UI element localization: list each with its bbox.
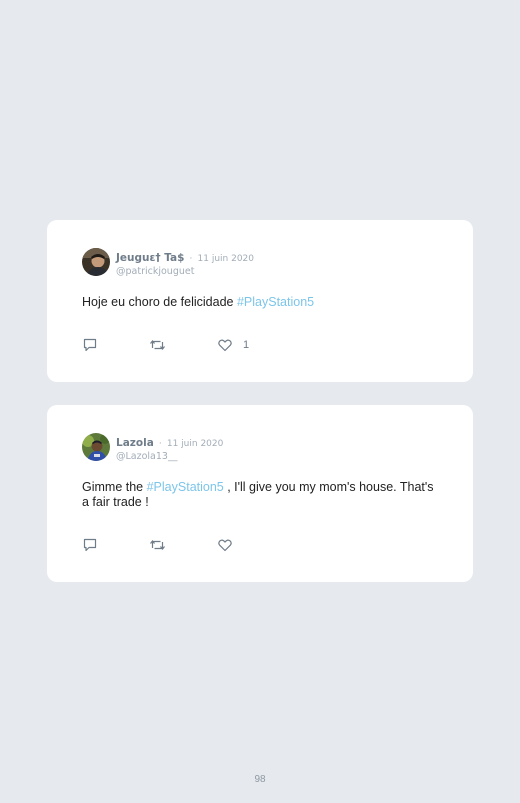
- reply-button[interactable]: [82, 337, 98, 353]
- hashtag-link[interactable]: #PlayStation5: [147, 480, 224, 494]
- avatar-image: [82, 248, 110, 276]
- author-name[interactable]: Lazola: [116, 437, 154, 449]
- tweet-text-before: Hoje eu choro de felicidade: [82, 295, 237, 309]
- comment-icon: [83, 538, 97, 552]
- tweet-text-before: Gimme the: [82, 480, 147, 494]
- heart-icon: [218, 539, 232, 552]
- retweet-button[interactable]: [149, 337, 166, 353]
- page-number: 98: [254, 774, 266, 785]
- like-count: 1: [243, 339, 250, 351]
- hashtag-link[interactable]: #PlayStation5: [237, 295, 314, 309]
- tweet-date[interactable]: 11 juin 2020: [167, 439, 224, 449]
- tweet-card: Jeuguɛ† Ta$ · 11 juin 2020 @patrickjougu…: [47, 220, 473, 382]
- author-handle[interactable]: @patrickjouguet: [116, 266, 254, 278]
- avatar-image: [82, 433, 110, 461]
- reply-button[interactable]: [82, 537, 98, 553]
- separator: ·: [158, 439, 162, 449]
- heart-icon: [218, 339, 232, 352]
- like-button[interactable]: 1: [217, 337, 249, 353]
- author-handle[interactable]: @Lazola13__: [116, 451, 223, 463]
- retweet-icon: [150, 540, 165, 550]
- author-name[interactable]: Jeuguɛ† Ta$: [116, 252, 184, 264]
- comment-icon: [83, 338, 97, 352]
- like-button[interactable]: [217, 537, 243, 553]
- tweet-text: Gimme the #PlayStation5 , I'll give you …: [82, 480, 442, 510]
- tweet-card: Lazola · 11 juin 2020 @Lazola13__ Gimme …: [47, 405, 473, 582]
- tweet-date[interactable]: 11 juin 2020: [198, 254, 255, 264]
- separator: ·: [189, 254, 193, 264]
- avatar[interactable]: [82, 433, 110, 461]
- retweet-icon: [150, 340, 165, 350]
- avatar[interactable]: [82, 248, 110, 276]
- retweet-button[interactable]: [149, 537, 166, 553]
- tweet-text: Hoje eu choro de felicidade #PlayStation…: [82, 295, 442, 310]
